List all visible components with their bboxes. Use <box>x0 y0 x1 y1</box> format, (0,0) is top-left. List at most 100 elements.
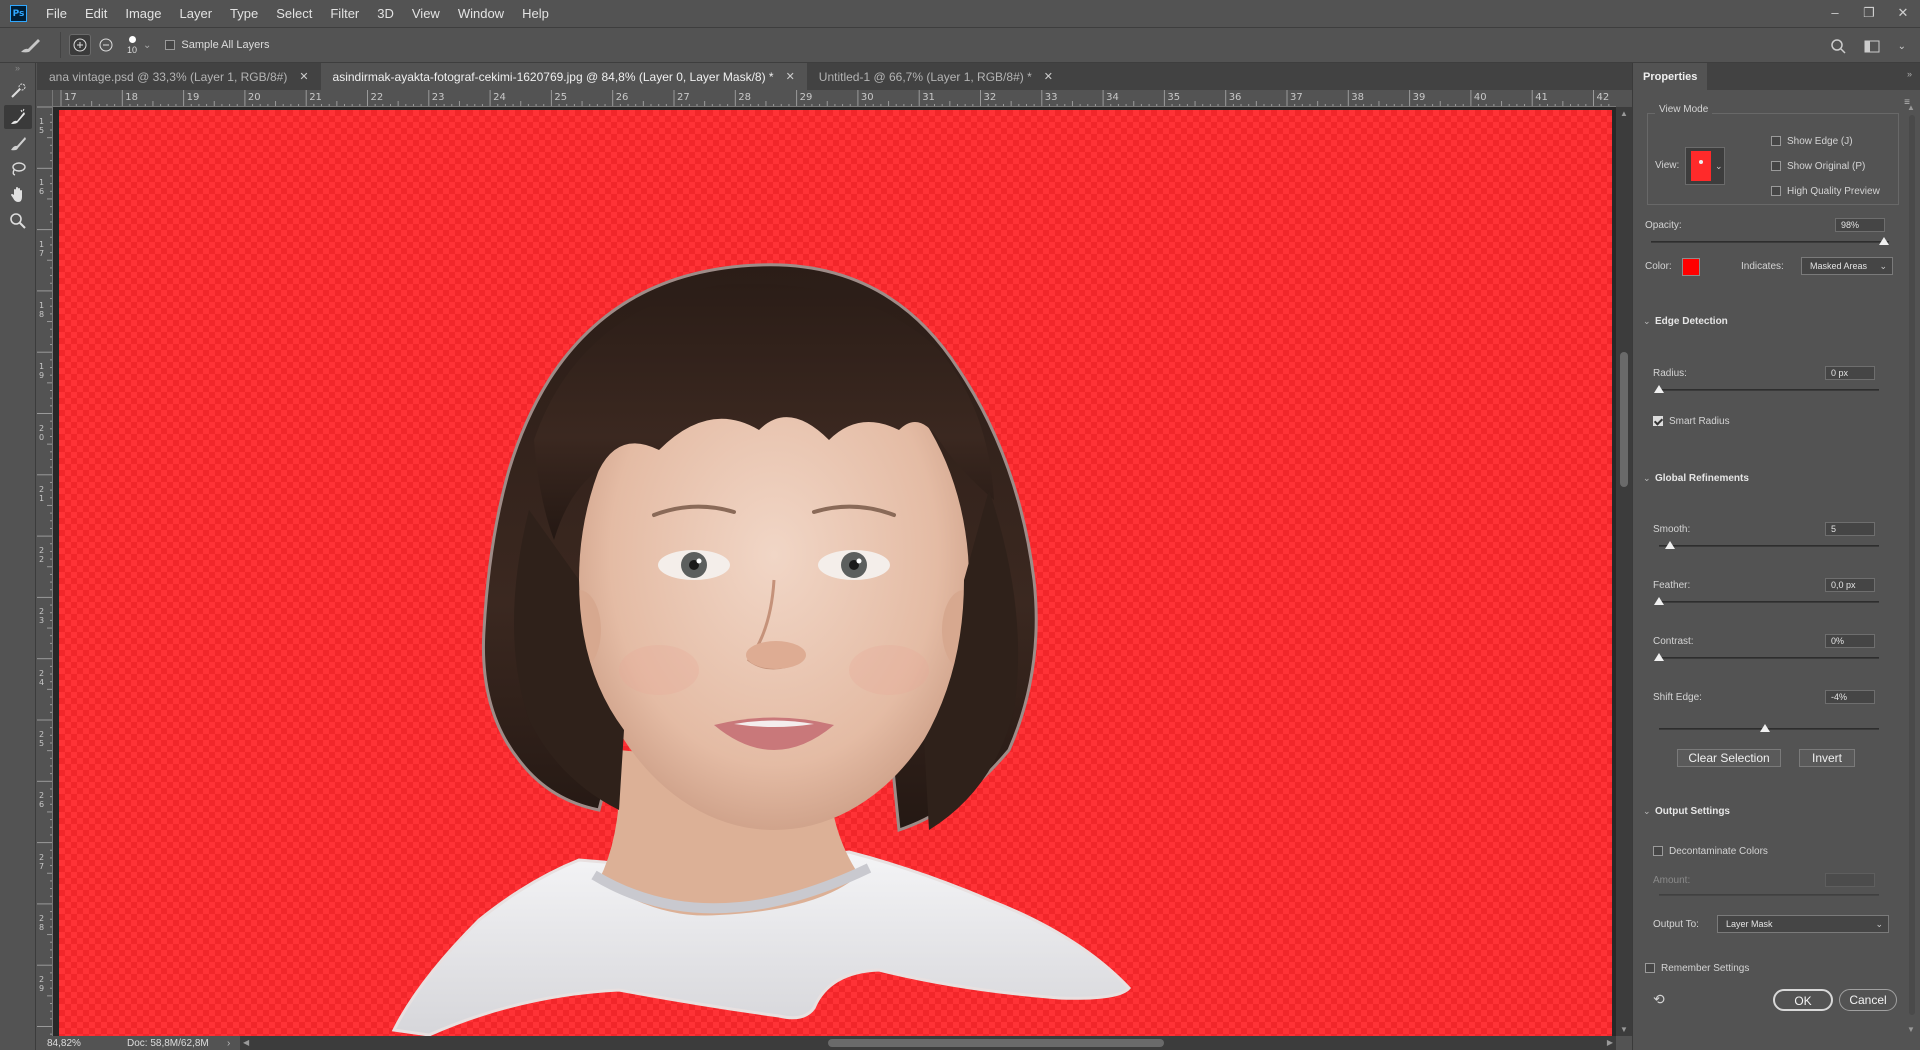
feather-slider-knob[interactable] <box>1654 597 1664 605</box>
zoom-level[interactable]: 84,82% <box>37 1038 97 1049</box>
tool-preset-picker[interactable] <box>8 30 52 60</box>
show-original-option[interactable]: Show Original (P) <box>1771 161 1865 172</box>
feather-slider[interactable] <box>1659 601 1879 603</box>
brush-size-picker[interactable]: 10 <box>127 35 137 55</box>
edge-detection-chevron-icon[interactable]: ⌄ <box>1643 316 1651 327</box>
global-refinements-chevron-icon[interactable]: ⌄ <box>1643 473 1651 484</box>
indicates-select[interactable]: Masked Areas ⌄ <box>1801 257 1893 275</box>
opacity-slider-knob[interactable] <box>1879 237 1890 245</box>
close-tab-icon[interactable]: ✕ <box>1044 70 1053 83</box>
menu-file[interactable]: File <box>37 0 76 27</box>
toolbox-collapse-icon[interactable]: » <box>0 63 35 77</box>
menu-layer[interactable]: Layer <box>171 0 222 27</box>
reset-icon[interactable]: ⟲ <box>1653 991 1665 1008</box>
smart-radius-option[interactable]: Smart Radius <box>1653 416 1730 427</box>
menu-window[interactable]: Window <box>449 0 513 27</box>
smooth-slider-knob[interactable] <box>1665 541 1675 549</box>
opacity-input[interactable]: 98% <box>1835 218 1885 232</box>
panel-scroll-track[interactable] <box>1909 115 1915 1015</box>
refine-edge-brush-tool[interactable] <box>4 105 32 129</box>
shift-edge-slider-knob[interactable] <box>1759 724 1770 732</box>
smooth-slider[interactable] <box>1659 545 1879 547</box>
radius-slider[interactable] <box>1659 389 1879 391</box>
radius-input[interactable]: 0 px <box>1825 366 1875 380</box>
document-tab[interactable]: asindirmak-ayakta-fotograf-cekimi-162076… <box>320 63 807 90</box>
output-settings-title[interactable]: Output Settings <box>1655 806 1730 817</box>
panel-scrollbar[interactable]: ▲ ▼ <box>1905 103 1919 1043</box>
close-tab-icon[interactable]: ✕ <box>299 70 308 83</box>
minimize-button[interactable]: – <box>1818 0 1852 27</box>
menu-view[interactable]: View <box>403 0 449 27</box>
search-icon[interactable] <box>1830 38 1846 54</box>
document-workspace[interactable] <box>53 107 1616 1036</box>
show-edge-checkbox[interactable] <box>1771 136 1781 147</box>
contrast-input[interactable]: 0% <box>1825 634 1875 648</box>
ok-button[interactable]: OK <box>1773 989 1833 1011</box>
horizontal-scroll-thumb[interactable] <box>828 1039 1164 1047</box>
horizontal-scrollbar[interactable]: ◀ ▶ <box>240 1036 1616 1050</box>
clear-selection-button[interactable]: Clear Selection <box>1677 749 1781 767</box>
subtract-from-selection-button[interactable] <box>95 34 117 56</box>
menu-help[interactable]: Help <box>513 0 558 27</box>
brush-tool[interactable] <box>4 131 32 155</box>
high-quality-preview-checkbox[interactable] <box>1771 186 1781 197</box>
close-window-button[interactable]: ✕ <box>1886 0 1920 27</box>
restore-button[interactable]: ❐ <box>1852 0 1886 27</box>
document-canvas[interactable] <box>59 110 1612 1036</box>
contrast-slider-knob[interactable] <box>1654 653 1664 661</box>
menu-edit[interactable]: Edit <box>76 0 116 27</box>
quick-selection-tool[interactable] <box>4 79 32 103</box>
ruler-origin[interactable] <box>37 90 53 107</box>
brush-dropdown-chevron-icon[interactable]: ⌄ <box>143 40 151 51</box>
vertical-ruler[interactable]: 15 16 17 18 19 20 21 22 23 24 25 26 27 28 29 <box>37 107 53 1036</box>
document-tab[interactable]: ana vintage.psd @ 33,3% (Layer 1, RGB/8#… <box>37 63 321 90</box>
smart-radius-checkbox[interactable] <box>1653 416 1663 427</box>
vertical-scrollbar[interactable]: ▲ ▼ <box>1616 107 1632 1036</box>
decontaminate-option[interactable]: Decontaminate Colors <box>1653 846 1768 857</box>
add-to-selection-button[interactable] <box>69 34 91 56</box>
overlay-color-swatch[interactable] <box>1682 258 1700 276</box>
cancel-button[interactable]: Cancel <box>1839 989 1897 1011</box>
document-tab[interactable]: Untitled-1 @ 66,7% (Layer 1, RGB/8#) * ✕ <box>806 63 1065 90</box>
decontaminate-checkbox[interactable] <box>1653 846 1663 857</box>
remember-settings-checkbox[interactable] <box>1645 963 1655 974</box>
feather-input[interactable]: 0,0 px <box>1825 578 1875 592</box>
high-quality-preview-option[interactable]: High Quality Preview <box>1771 186 1880 197</box>
zoom-tool[interactable] <box>4 209 32 233</box>
radius-slider-knob[interactable] <box>1654 385 1664 393</box>
smooth-input[interactable]: 5 <box>1825 522 1875 536</box>
menu-filter[interactable]: Filter <box>321 0 368 27</box>
shift-edge-input[interactable]: -4% <box>1825 690 1875 704</box>
menu-image[interactable]: Image <box>116 0 170 27</box>
scroll-right-icon[interactable]: ▶ <box>1607 1036 1613 1050</box>
hand-tool[interactable] <box>4 183 32 207</box>
show-original-checkbox[interactable] <box>1771 161 1781 172</box>
workspace-switcher-icon[interactable] <box>1864 40 1880 53</box>
close-tab-icon[interactable]: ✕ <box>786 70 795 83</box>
panel-scroll-up-icon[interactable]: ▲ <box>1907 103 1915 112</box>
global-refinements-title[interactable]: Global Refinements <box>1655 473 1749 484</box>
menu-type[interactable]: Type <box>221 0 267 27</box>
scroll-down-icon[interactable]: ▼ <box>1616 1025 1632 1034</box>
lasso-tool[interactable] <box>4 157 32 181</box>
panel-scroll-down-icon[interactable]: ▼ <box>1907 1025 1915 1034</box>
remember-settings-option[interactable]: Remember Settings <box>1645 963 1749 974</box>
scroll-up-icon[interactable]: ▲ <box>1616 109 1632 118</box>
panel-collapse-icon[interactable]: » <box>1907 69 1912 79</box>
vertical-scroll-thumb[interactable] <box>1620 352 1628 487</box>
menu-select[interactable]: Select <box>267 0 321 27</box>
output-settings-chevron-icon[interactable]: ⌄ <box>1643 806 1651 817</box>
contrast-slider[interactable] <box>1659 657 1879 659</box>
view-mode-picker[interactable]: ⌄ <box>1685 147 1725 185</box>
scroll-left-icon[interactable]: ◀ <box>243 1036 249 1050</box>
invert-button[interactable]: Invert <box>1799 749 1855 767</box>
tab-properties[interactable]: Properties <box>1633 63 1708 90</box>
sample-all-layers-checkbox[interactable] <box>165 40 176 50</box>
edge-detection-title[interactable]: Edge Detection <box>1655 316 1728 327</box>
menu-3d[interactable]: 3D <box>368 0 403 27</box>
output-to-select[interactable]: Layer Mask ⌄ <box>1717 915 1889 933</box>
opacity-slider[interactable] <box>1651 241 1889 243</box>
horizontal-ruler[interactable]: 17 18 19 20 21 22 23 24 25 26 27 28 29 30 31 32 33 34 35 36… <box>53 90 1616 107</box>
workspace-dropdown-icon[interactable]: ⌄ <box>1898 41 1906 52</box>
show-edge-option[interactable]: Show Edge (J) <box>1771 136 1853 147</box>
